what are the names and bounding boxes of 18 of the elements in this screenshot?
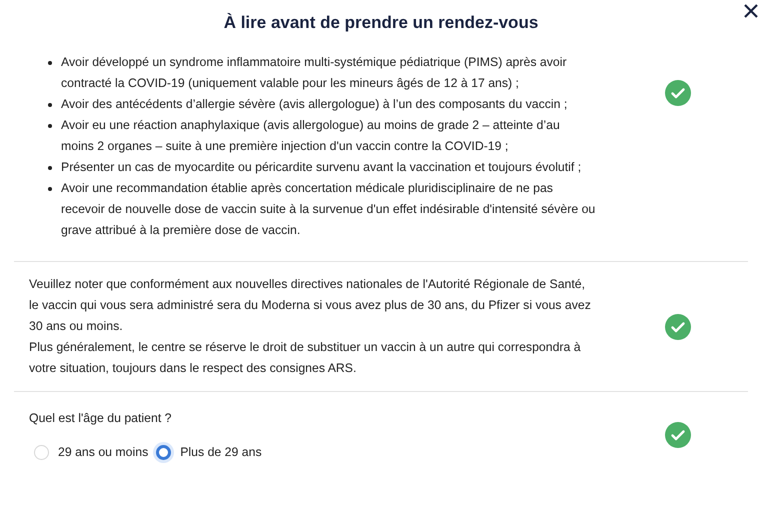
radio-label: Plus de 29 ans	[180, 444, 262, 461]
notice-paragraph: Veuillez noter que conformément aux nouvelles directives nationales de l'Autorité Régionale de Santé, le vaccin qui vous sera administré sera du Moderna si vous avez plus de 30 ans, du Pfizer si vous avez 30 ans ou moins.	[29, 276, 592, 335]
list-item-text: Présenter un cas de myocardite ou péricardite survenu avant la vaccination et toujours évolutif ;	[61, 159, 582, 176]
list-item-text: Avoir eu une réaction anaphylaxique (avis allergologue) au moins de grade 2 – atteinte d’au moins 2 organes – suite à une première injection d'un vaccin contre la COVID-19 ;	[61, 117, 561, 155]
list-item-text: Avoir développé un syndrome inflammatoire multi-systémique pédiatrique (PIMS) après avoir contracté la COVID-19 (uniquement valable pour les mineurs âgés de 12 à 17 ans) ;	[61, 54, 568, 92]
dialog-title: À lire avant de prendre un rendez-vous	[224, 12, 538, 34]
bullet-icon	[48, 166, 52, 170]
radio-button[interactable]	[156, 444, 172, 460]
bullet-icon	[48, 124, 52, 128]
close-icon[interactable]	[742, 2, 760, 20]
notice-paragraph: Plus généralement, le centre se réserve le droit de substituer un vaccin à un autre qui correspondra à votre situation, toujours dans le respect des consignes ARS.	[29, 339, 582, 377]
bullet-icon	[48, 103, 52, 107]
list-item-text: Avoir des antécédents d’allergie sévère (avis allergologue) à l’un des composants du vaccin ;	[61, 96, 568, 113]
bullet-icon	[48, 187, 52, 191]
question-label: Quel est l'âge du patient ?	[29, 410, 172, 427]
list-item-text: Avoir une recommandation établie après concertation médicale pluridisciplinaire de ne pas recevoir de nouvelle dose de vaccin suite à la survenue d'un effet indésirable d'intensité sévère ou grave attribué à la première dose de vaccin.	[61, 180, 596, 239]
radio-label: 29 ans ou moins	[58, 444, 148, 461]
bullet-icon	[48, 61, 52, 65]
